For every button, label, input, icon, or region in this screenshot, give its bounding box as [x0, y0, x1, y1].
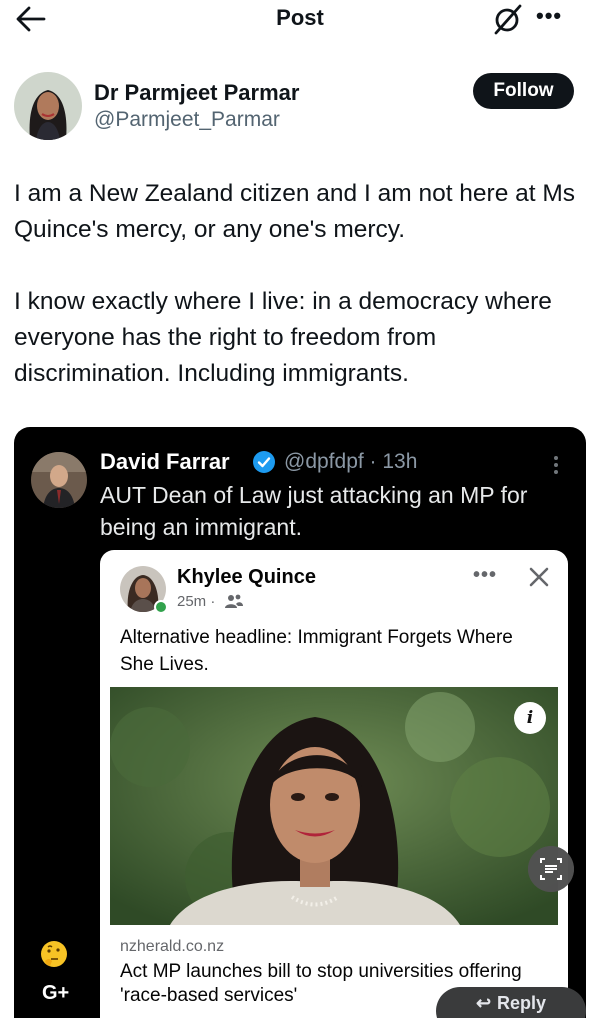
avatar[interactable]: [14, 72, 82, 140]
thinking-emoji-icon: [41, 941, 67, 967]
embedded-author-name: David Farrar: [100, 449, 230, 474]
card-author-name: Khylee Quince: [177, 566, 316, 588]
attached-image[interactable]: David Farrar @dpfdpf · 13h AUT Dean of L…: [14, 427, 586, 1018]
top-bar: Post •••: [0, 0, 600, 38]
card-text: Alternative headline: Immigrant Forgets …: [120, 627, 513, 675]
embedded-handle-time: @dpfdpf · 13h: [284, 450, 418, 473]
embedded-tweet-text: AUT Dean of Law just attacking an MP for…: [100, 482, 528, 540]
tweet-paragraph: I know exactly where I live: in a democr…: [14, 288, 552, 387]
add-reaction-icon: G+: [42, 982, 70, 1004]
author-handle[interactable]: @Parmjeet_Parmar: [94, 108, 280, 132]
tweet-paragraph: I am a New Zealand citizen and I am not …: [14, 180, 576, 243]
online-status-dot: [154, 600, 168, 614]
verified-badge-icon: [253, 451, 275, 473]
follow-button[interactable]: Follow: [473, 73, 574, 109]
more-icon[interactable]: •••: [536, 3, 562, 29]
link-source: nzherald.co.nz: [120, 938, 225, 955]
grok-icon[interactable]: [488, 2, 526, 36]
card-time: 25m ·: [177, 593, 216, 610]
friends-icon: [225, 594, 243, 608]
embedded-avatar: [31, 452, 87, 508]
reply-arrow-icon: ↩: [475, 993, 492, 1013]
scan-text-icon: [528, 846, 574, 892]
card-more-icon: •••: [473, 564, 498, 586]
author-name[interactable]: Dr Parmjeet Parmar: [94, 80, 299, 106]
tweet-text: I am a New Zealand citizen and I am not …: [14, 176, 594, 392]
info-icon: i: [514, 702, 546, 734]
facebook-post-card: Khylee Quince 25m · ••• Alternative head…: [100, 550, 568, 1018]
close-icon: [529, 567, 549, 587]
news-photo: i: [110, 687, 558, 925]
reply-button: ↩ Reply: [436, 987, 586, 1018]
vertical-more-icon: [554, 456, 558, 474]
reply-label: Reply: [497, 993, 547, 1013]
